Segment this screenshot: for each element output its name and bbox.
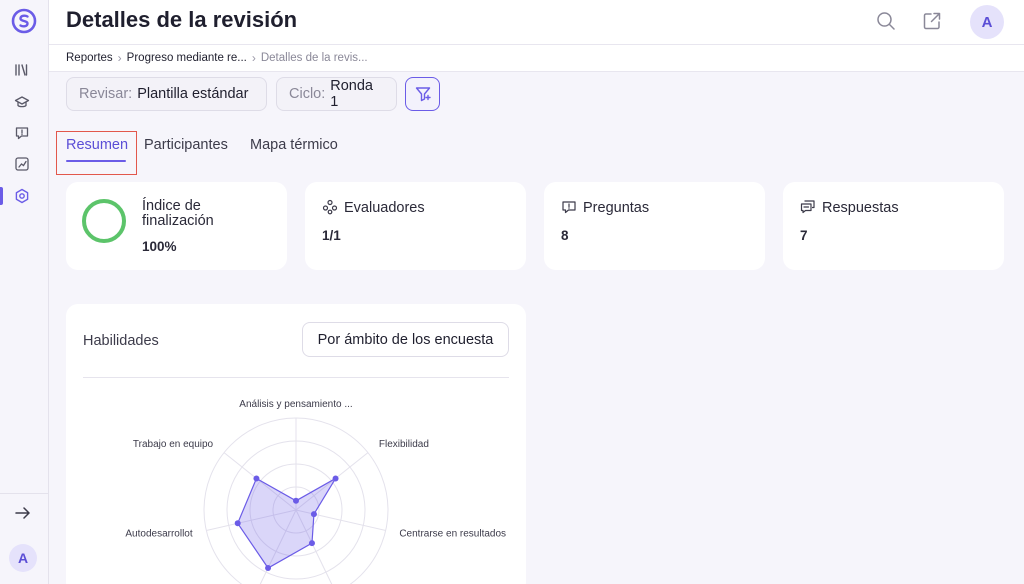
skills-radar-chart: Análisis y pensamiento ... Flexibilidad Ce… bbox=[125, 399, 506, 584]
app-logo-icon[interactable] bbox=[11, 8, 37, 34]
skills-title: Habilidades bbox=[83, 333, 159, 349]
answers-value: 7 bbox=[800, 228, 808, 243]
radar-data-point bbox=[310, 511, 317, 518]
people-group-icon bbox=[322, 199, 338, 215]
tab-heatmap[interactable]: Mapa térmico bbox=[250, 137, 338, 153]
tab-highlight-box bbox=[56, 131, 137, 175]
review-select-value: Plantilla estándar bbox=[137, 86, 249, 102]
answers-card: Respuestas 7 bbox=[783, 182, 1004, 270]
chevron-right-icon: › bbox=[117, 51, 122, 65]
radar-series-area bbox=[237, 476, 338, 569]
skills-divider bbox=[83, 377, 509, 378]
page-header: Detalles de la revisión A bbox=[49, 0, 1024, 45]
add-filter-button[interactable] bbox=[405, 77, 440, 111]
external-link-icon[interactable] bbox=[922, 11, 942, 31]
evaluators-value: 1/1 bbox=[322, 228, 341, 243]
radar-axis-label: Flexibilidad bbox=[379, 439, 429, 450]
questions-card: Preguntas 8 bbox=[544, 182, 765, 270]
completion-value: 100% bbox=[142, 239, 177, 254]
nav-active-indicator bbox=[0, 187, 3, 205]
review-cycle-icon[interactable] bbox=[14, 188, 30, 204]
page-title: Detalles de la revisión bbox=[66, 7, 298, 32]
cycle-select-label: Ciclo: bbox=[289, 86, 326, 102]
completion-title-line2: finalización bbox=[142, 213, 214, 229]
radar-axis-label: Centrarse en resultados bbox=[399, 529, 506, 540]
completion-title: Índice de finalización bbox=[142, 199, 214, 229]
chat-bubbles-icon bbox=[800, 200, 815, 214]
radar-axis-label: Análisis y pensamiento ... bbox=[239, 399, 352, 410]
user-avatar[interactable]: A bbox=[970, 5, 1004, 39]
scope-selector-button[interactable]: Por ámbito de los encuesta bbox=[302, 322, 509, 357]
radar-axis-label: Autodesarrollot bbox=[125, 529, 192, 540]
library-icon[interactable] bbox=[14, 62, 30, 78]
breadcrumb-item-current: Detalles de la revis... bbox=[260, 52, 368, 64]
breadcrumb-item-progress[interactable]: Progreso mediante re... bbox=[127, 52, 247, 64]
review-template-select[interactable]: Revisar: Plantilla estándar bbox=[66, 77, 267, 111]
radar-data-point bbox=[265, 565, 272, 572]
evaluators-card: Evaluadores 1/1 bbox=[305, 182, 526, 270]
evaluators-title: Evaluadores bbox=[344, 200, 425, 216]
sidebar-divider bbox=[0, 493, 49, 494]
skills-card: Habilidades Por ámbito de los encuesta A… bbox=[66, 304, 526, 584]
completion-title-line1: Índice de bbox=[142, 198, 201, 214]
radar-data-point bbox=[253, 475, 260, 482]
chevron-right-icon: › bbox=[251, 51, 256, 65]
graduation-cap-icon[interactable] bbox=[14, 94, 30, 110]
filter-add-icon bbox=[415, 87, 431, 102]
cycle-select[interactable]: Ciclo: Ronda 1 bbox=[276, 77, 397, 111]
questions-title: Preguntas bbox=[583, 200, 650, 216]
questions-value: 8 bbox=[561, 228, 569, 243]
answers-title: Respuestas bbox=[822, 200, 899, 216]
completion-card: Índice de finalización 100% bbox=[66, 182, 287, 270]
breadcrumb: Reportes › Progreso mediante re... › Det… bbox=[49, 45, 1024, 72]
tab-participants[interactable]: Participantes bbox=[144, 137, 228, 153]
radar-data-point bbox=[293, 497, 299, 504]
sidebar-avatar[interactable]: A bbox=[9, 544, 37, 572]
radar-data-point bbox=[234, 520, 241, 527]
feedback-icon[interactable] bbox=[14, 125, 30, 141]
breadcrumb-item-reports[interactable]: Reportes bbox=[66, 52, 113, 64]
radar-axis-label: Trabajo en equipo bbox=[133, 439, 214, 450]
question-bubble-icon bbox=[562, 201, 576, 214]
review-select-label: Revisar: bbox=[79, 86, 133, 102]
cycle-select-value: Ronda 1 bbox=[330, 78, 373, 110]
radar-data-point bbox=[308, 540, 315, 547]
completion-ring bbox=[82, 199, 126, 243]
sidebar: A bbox=[0, 0, 49, 584]
arrow-right-icon[interactable] bbox=[14, 505, 32, 521]
search-icon[interactable] bbox=[876, 11, 896, 31]
radar-data-point bbox=[332, 475, 339, 482]
chart-icon[interactable] bbox=[14, 156, 30, 172]
